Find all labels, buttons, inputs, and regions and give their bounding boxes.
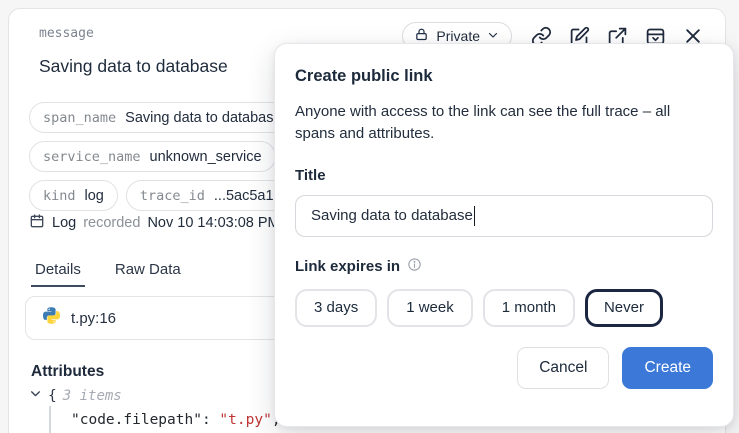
json-entry-row: "code.filepath": "t.py", <box>71 412 281 428</box>
popover-description: Anyone with access to the link can see t… <box>295 101 713 145</box>
create-button[interactable]: Create <box>622 347 713 389</box>
chip-key: service_name <box>43 149 141 165</box>
expire-option-1-week[interactable]: 1 week <box>387 289 473 327</box>
chip-key: trace_id <box>140 188 205 204</box>
expire-option-never[interactable]: Never <box>585 289 663 327</box>
chip-value: Saving data to database <box>125 110 281 126</box>
page-title: Saving data to database <box>39 56 228 77</box>
json-items-count: 3 items <box>63 388 122 404</box>
expires-label: Link expires in <box>295 258 400 275</box>
calendar-icon <box>29 213 45 233</box>
detail-tabs: Details Raw Data <box>31 261 185 287</box>
popover-title: Create public link <box>295 67 713 86</box>
chip-key: kind <box>43 188 76 204</box>
chip-value: log <box>85 188 104 204</box>
log-detail-screen: message Private <box>0 0 739 433</box>
chip-service-name[interactable]: service_name unknown_service <box>29 141 276 172</box>
expire-options: 3 days 1 week 1 month Never <box>295 289 713 327</box>
cancel-button[interactable]: Cancel <box>517 347 609 389</box>
chevron-down-icon <box>487 28 499 44</box>
message-eyebrow: message <box>39 26 94 41</box>
recorded-timestamp: Nov 10 14:03:08 PM <box>147 215 279 231</box>
json-indent-guide <box>49 406 51 433</box>
json-separator: : <box>202 412 219 428</box>
chip-span-name[interactable]: span_name Saving data to database <box>29 102 296 133</box>
json-value: "t.py" <box>219 412 271 428</box>
title-field-label: Title <box>295 167 713 184</box>
expire-option-3-days[interactable]: 3 days <box>295 289 377 327</box>
title-input-value: Saving data to database <box>311 207 473 224</box>
tab-details[interactable]: Details <box>31 261 85 287</box>
chip-key: span_name <box>43 110 116 126</box>
python-icon <box>43 307 60 329</box>
text-cursor <box>474 206 476 226</box>
recorded-timestamp-row: Log recorded Nov 10 14:03:08 PM <box>29 213 280 233</box>
recorded-verb: recorded <box>83 215 140 231</box>
json-root-row[interactable]: { 3 items <box>29 387 122 404</box>
json-open-brace: { <box>48 388 57 404</box>
attributes-heading: Attributes <box>31 363 104 381</box>
info-icon[interactable] <box>407 257 422 277</box>
source-location-label: t.py:16 <box>71 310 116 327</box>
expires-label-row: Link expires in <box>295 257 713 277</box>
json-key: "code.filepath" <box>71 412 202 428</box>
privacy-label: Private <box>436 28 480 44</box>
chip-kind[interactable]: kind log <box>29 180 118 211</box>
popover-footer: Cancel Create <box>295 347 713 389</box>
chevron-down-icon[interactable] <box>29 387 42 404</box>
create-public-link-popover: Create public link Anyone with access to… <box>274 43 734 427</box>
expire-option-1-month[interactable]: 1 month <box>483 289 575 327</box>
tab-raw-data[interactable]: Raw Data <box>111 261 185 287</box>
chip-value: ...5ac5a1 <box>214 188 274 204</box>
title-input[interactable]: Saving data to database <box>295 195 713 237</box>
recorded-kind: Log <box>52 215 76 231</box>
attribute-chips: span_name Saving data to database servic… <box>29 102 296 211</box>
chip-value: unknown_service <box>150 149 262 165</box>
chip-trace-id[interactable]: trace_id ...5ac5a1 <box>126 180 288 211</box>
